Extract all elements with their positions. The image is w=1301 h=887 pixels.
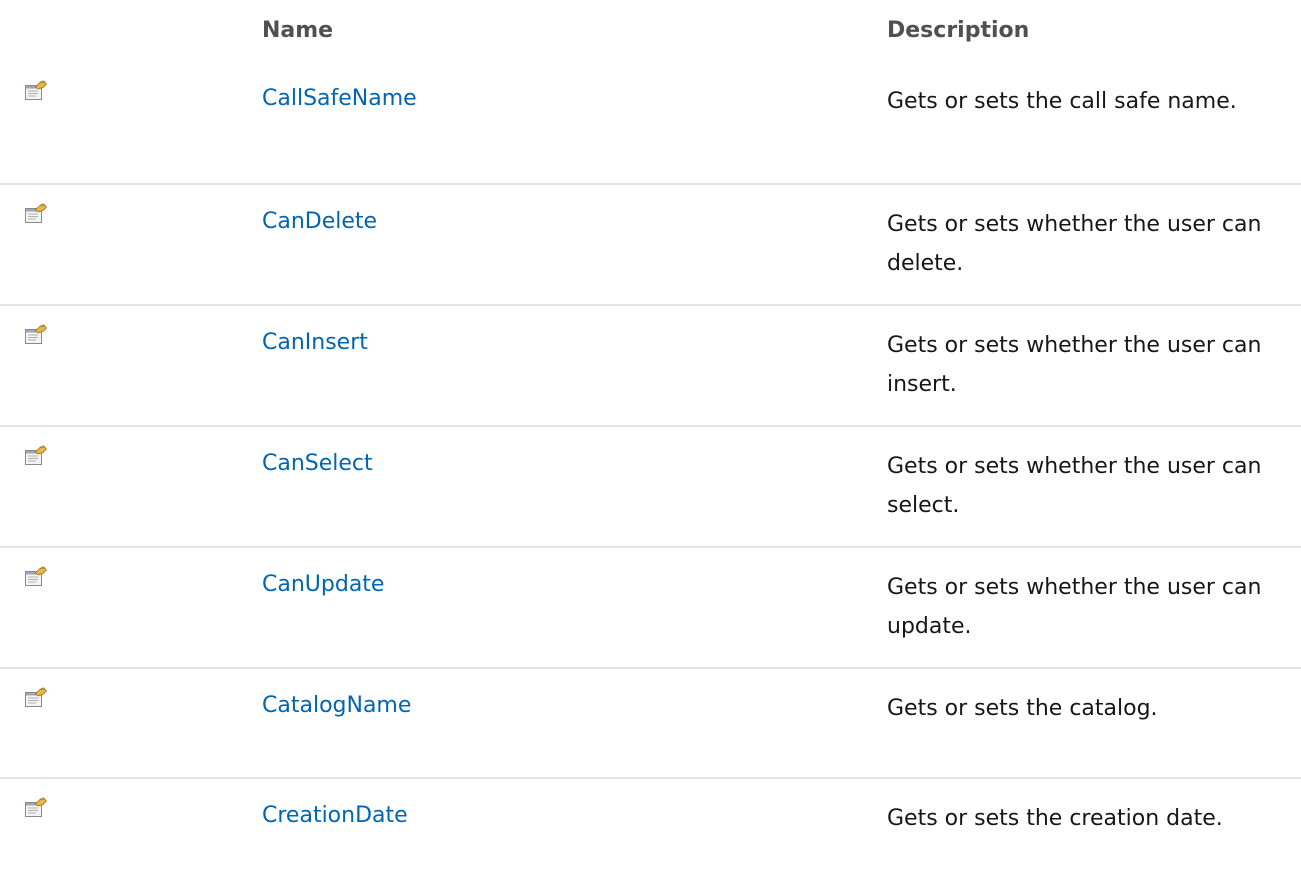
member-description: Gets or sets whether the user can delete… bbox=[887, 212, 1262, 276]
property-icon bbox=[24, 80, 48, 102]
column-header-name: Name bbox=[262, 18, 334, 43]
member-name-cell: CallSafeName bbox=[262, 82, 417, 115]
property-icon bbox=[24, 445, 48, 467]
table-row: CanDelete Gets or sets whether the user … bbox=[0, 183, 1301, 304]
table-row: CanInsert Gets or sets whether the user … bbox=[0, 304, 1301, 425]
table-body: CallSafeName Gets or sets the call safe … bbox=[0, 62, 1301, 887]
property-icon bbox=[24, 566, 48, 588]
member-name-cell: CanInsert bbox=[262, 326, 368, 359]
table-row: CallSafeName Gets or sets the call safe … bbox=[0, 62, 1301, 183]
member-name-link[interactable]: CatalogName bbox=[262, 693, 411, 718]
member-name-link[interactable]: CallSafeName bbox=[262, 86, 417, 111]
property-icon bbox=[24, 203, 48, 225]
member-name-link[interactable]: CanInsert bbox=[262, 330, 368, 355]
member-name-cell: CanSelect bbox=[262, 447, 373, 480]
column-header-description: Description bbox=[887, 18, 1030, 43]
table-row: CatalogName Gets or sets the catalog. bbox=[0, 667, 1301, 777]
member-description: Gets or sets the call safe name. bbox=[887, 89, 1237, 114]
member-description: Gets or sets the catalog. bbox=[887, 696, 1158, 721]
member-description: Gets or sets the creation date. bbox=[887, 806, 1223, 831]
property-icon bbox=[24, 797, 48, 819]
property-icon bbox=[24, 687, 48, 709]
member-name-link[interactable]: CanSelect bbox=[262, 451, 373, 476]
table-row: CreationDate Gets or sets the creation d… bbox=[0, 777, 1301, 887]
member-description: Gets or sets whether the user can insert… bbox=[887, 333, 1262, 397]
table-row: CanSelect Gets or sets whether the user … bbox=[0, 425, 1301, 546]
member-name-cell: CatalogName bbox=[262, 689, 411, 722]
member-name-link[interactable]: CreationDate bbox=[262, 803, 408, 828]
member-name-cell: CanDelete bbox=[262, 205, 377, 238]
property-icon bbox=[24, 324, 48, 346]
members-table: Name Description CallSafeName Gets or se… bbox=[0, 0, 1301, 887]
table-row: CanUpdate Gets or sets whether the user … bbox=[0, 546, 1301, 667]
member-description: Gets or sets whether the user can update… bbox=[887, 575, 1262, 639]
member-name-link[interactable]: CanUpdate bbox=[262, 572, 384, 597]
member-description: Gets or sets whether the user can select… bbox=[887, 454, 1262, 518]
member-name-cell: CanUpdate bbox=[262, 568, 384, 601]
member-name-link[interactable]: CanDelete bbox=[262, 209, 377, 234]
member-name-cell: CreationDate bbox=[262, 799, 408, 832]
table-header: Name Description bbox=[0, 0, 1301, 62]
